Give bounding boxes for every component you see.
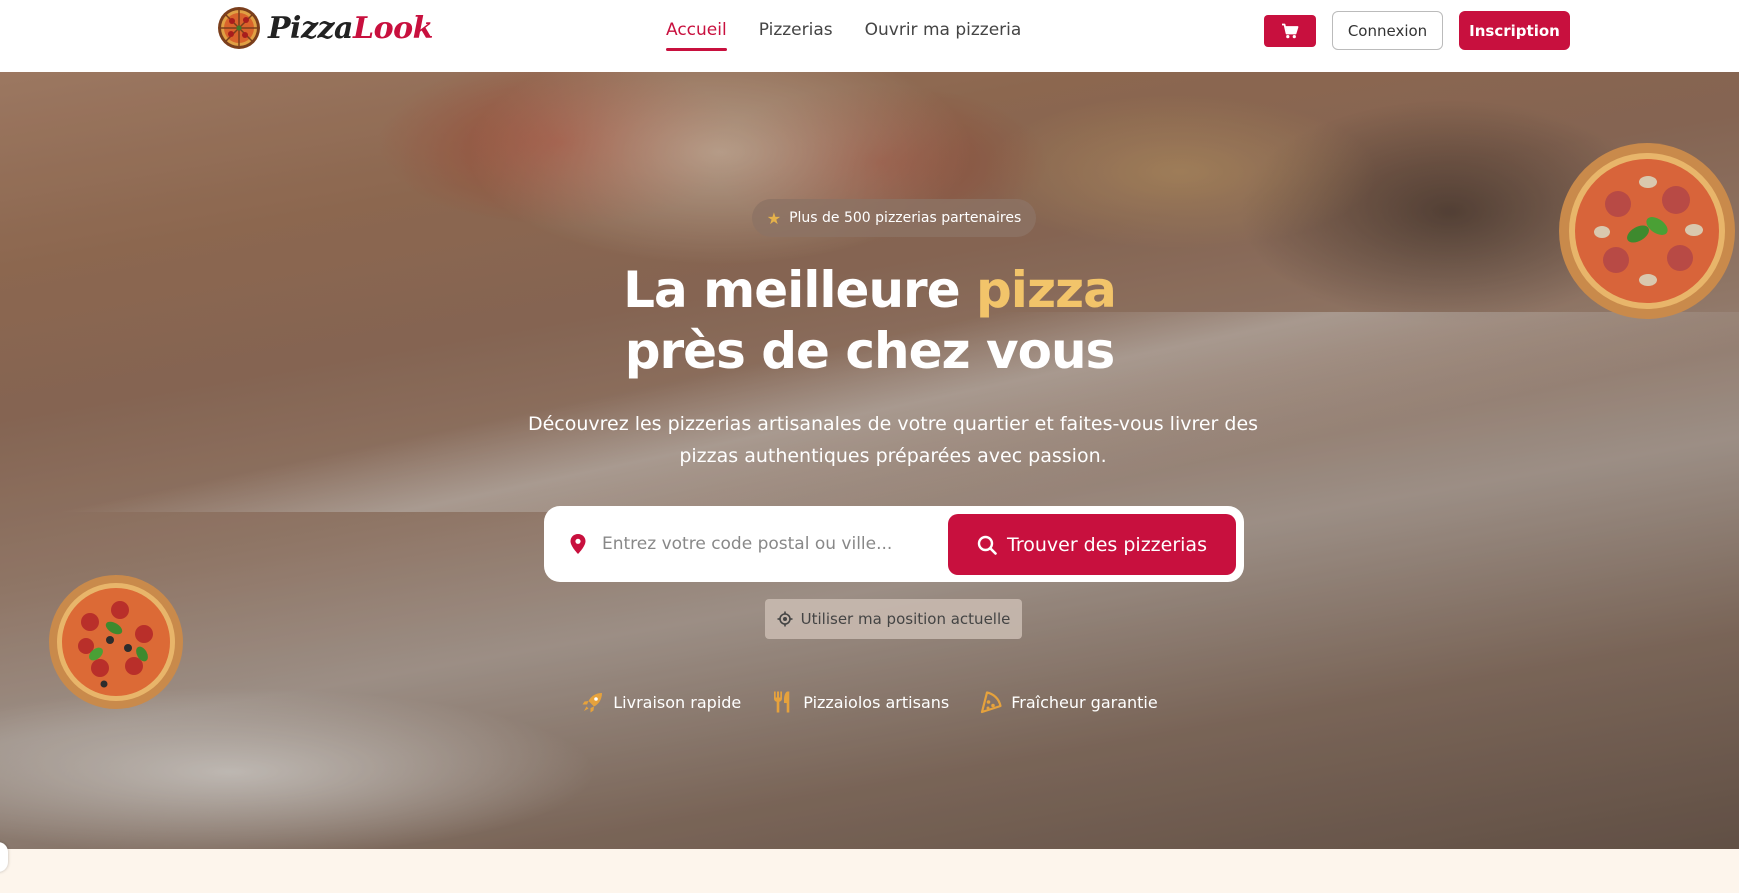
nav-link-open-pizzeria[interactable]: Ouvrir ma pizzeria — [865, 17, 1022, 51]
nav-link-pizzerias[interactable]: Pizzerias — [759, 17, 833, 51]
star-icon: ★ — [766, 208, 782, 228]
brand-name: PizzaLook — [268, 11, 433, 46]
signup-button[interactable]: Inscription — [1459, 11, 1570, 50]
hero-title-prefix: La meilleure — [623, 261, 977, 319]
rocket-icon — [582, 693, 603, 713]
top-navbar: PizzaLook Accueil Pizzerias Ouvrir ma pi… — [0, 0, 1739, 72]
hero-subtitle: Découvrez les pizzerias artisanales de v… — [527, 413, 1259, 467]
use-location-button[interactable]: Utiliser ma position actuelle — [765, 599, 1022, 639]
next-section — [0, 849, 1739, 893]
crosshair-icon — [777, 611, 793, 627]
feature-freshness: Fraîcheur garantie — [979, 690, 1158, 714]
hero-section: ★ Plus de 500 pizzerias partenaires La m… — [0, 72, 1739, 849]
map-pin-icon — [570, 534, 586, 554]
brand-name-part1: Pizza — [268, 10, 353, 46]
feature-fast-delivery: Livraison rapide — [581, 690, 741, 714]
shopping-cart-icon — [1282, 23, 1299, 39]
brand-name-part2: Look — [352, 10, 433, 46]
nav-link-accueil[interactable]: Accueil — [666, 17, 727, 51]
hero-title-line2: près de chez vous — [624, 322, 1116, 380]
search-bar: Trouver des pizzerias — [544, 506, 1244, 582]
brand-logo[interactable]: PizzaLook — [217, 5, 433, 51]
pizza-slice-icon — [981, 691, 1002, 714]
find-pizzerias-button[interactable]: Trouver des pizzerias — [948, 514, 1236, 575]
feature-fast-delivery-label: Livraison rapide — [613, 692, 742, 712]
feature-artisans: Pizzaiolos artisans — [771, 690, 949, 714]
login-button[interactable]: Connexion — [1332, 11, 1443, 50]
feature-artisans-label: Pizzaiolos artisans — [803, 692, 950, 712]
main-nav: Accueil Pizzerias Ouvrir ma pizzeria — [666, 17, 1053, 51]
cart-button[interactable] — [1264, 15, 1316, 47]
features-list: Livraison rapide Pizzaiolos artisans Fra… — [0, 690, 1739, 714]
location-search-input[interactable] — [602, 523, 922, 565]
utensils-icon — [774, 691, 790, 713]
find-pizzerias-label: Trouver des pizzerias — [1007, 533, 1207, 556]
partners-badge: ★ Plus de 500 pizzerias partenaires — [752, 199, 1036, 237]
search-icon — [977, 535, 997, 555]
hero-title: La meilleure pizza près de chez vous — [0, 260, 1739, 382]
partners-badge-label: Plus de 500 pizzerias partenaires — [789, 210, 1022, 226]
pizza-logo-icon — [218, 7, 260, 49]
hero-title-accent: pizza — [976, 261, 1117, 319]
feature-freshness-label: Fraîcheur garantie — [1011, 692, 1158, 712]
use-location-label: Utiliser ma position actuelle — [800, 610, 1011, 628]
